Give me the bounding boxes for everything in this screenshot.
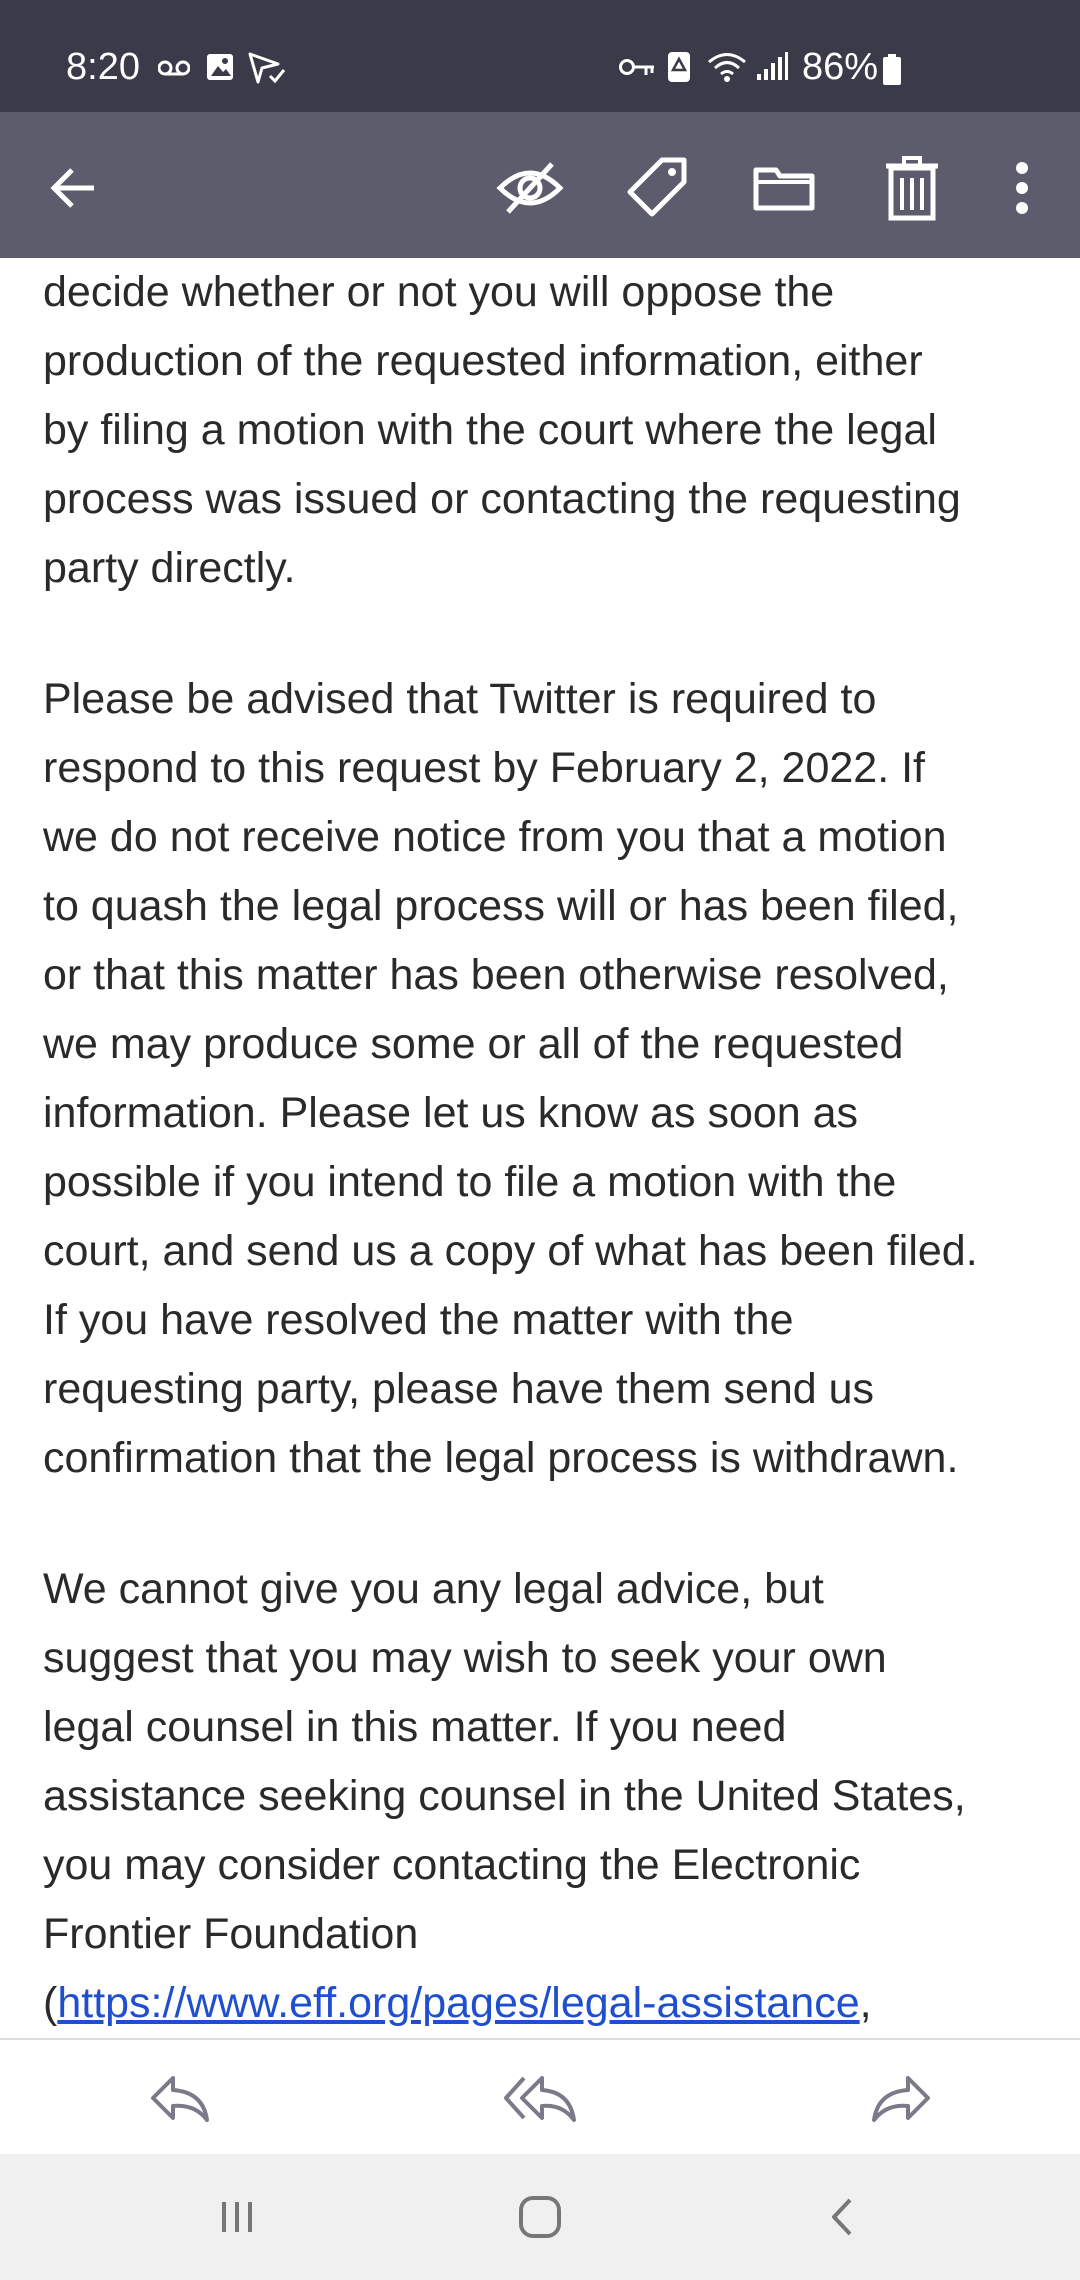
body-line: legal counsel in this matter. If you nee… xyxy=(43,1703,787,1751)
body-line: information. Please let us know as soon … xyxy=(43,1089,859,1137)
body-line: to quash the legal process will or has b… xyxy=(43,882,959,930)
body-line: We cannot give you any legal advice, but xyxy=(43,1565,824,1613)
app-toolbar xyxy=(0,112,1080,258)
body-line: Frontier Foundation xyxy=(43,1910,419,1958)
reply-all-icon xyxy=(504,2076,576,2122)
body-line: by filing a motion with the court where … xyxy=(43,406,937,454)
body-line: possible if you intend to file a motion … xyxy=(43,1158,897,1206)
link-trailing-comma: , xyxy=(859,1979,872,2027)
voicemail-icon xyxy=(157,58,191,83)
back-button[interactable] xyxy=(808,2182,878,2252)
paragraph-2: Please be advised that Twitter is requir… xyxy=(0,665,1080,1493)
folder-icon xyxy=(753,167,815,211)
back-arrow-icon xyxy=(50,168,94,208)
body-line: assistance seeking counsel in the United… xyxy=(43,1772,966,1820)
battery-icon xyxy=(882,54,902,91)
body-line: production of the requested information,… xyxy=(43,337,923,385)
body-line: court, and send us a copy of what has be… xyxy=(43,1227,978,1275)
paragraph-3: We cannot give you any legal advice, but… xyxy=(0,1555,1080,2038)
back-arrow-button[interactable] xyxy=(38,152,110,224)
label-button[interactable] xyxy=(622,152,694,224)
battery-percentage: 86% xyxy=(802,46,879,88)
forward-button[interactable] xyxy=(862,2060,938,2136)
move-to-folder-button[interactable] xyxy=(748,152,820,224)
more-options-button[interactable] xyxy=(986,152,1058,224)
reply-icon xyxy=(151,2076,209,2122)
forward-icon xyxy=(872,2076,930,2122)
system-navigation-bar xyxy=(0,2154,1080,2280)
recent-apps-icon xyxy=(222,2202,252,2232)
send-check-icon xyxy=(248,50,288,91)
body-line: we may produce some or all of the reques… xyxy=(43,1020,904,1068)
eff-legal-assistance-link[interactable]: https://www.eff.org/pages/legal-assistan… xyxy=(57,1979,859,2027)
body-line: confirmation that the legal process is w… xyxy=(43,1434,959,1482)
gallery-icon xyxy=(205,52,235,87)
mark-unread-icon xyxy=(496,162,564,214)
body-line: we do not receive notice from you that a… xyxy=(43,813,947,861)
body-line: or that this matter has been otherwise r… xyxy=(43,951,949,999)
reply-all-button[interactable] xyxy=(502,2060,578,2136)
message-body[interactable]: decide whether or not you will oppose th… xyxy=(0,258,1080,2038)
body-line: Please be advised that Twitter is requir… xyxy=(43,675,877,723)
body-line: process was issued or contacting the req… xyxy=(43,475,961,523)
body-line-with-link: (https://www.eff.org/pages/legal-assista… xyxy=(43,1969,1054,2038)
body-line: requesting party, please have them send … xyxy=(43,1365,875,1413)
status-time: 8:20 xyxy=(66,46,140,88)
recent-apps-button[interactable] xyxy=(202,2182,272,2252)
delete-button[interactable] xyxy=(876,152,948,224)
body-line: suggest that you may wish to seek your o… xyxy=(43,1634,887,1682)
body-line: you may consider contacting the Electron… xyxy=(43,1841,861,1889)
wifi-icon xyxy=(706,50,748,89)
mark-unread-button[interactable] xyxy=(494,152,566,224)
label-tag-icon xyxy=(627,157,687,217)
back-icon xyxy=(832,2198,852,2236)
status-bar: 8:20 86% xyxy=(0,0,1080,112)
body-line: decide whether or not you will oppose th… xyxy=(43,268,835,316)
home-icon xyxy=(519,2196,561,2238)
vpn-key-icon xyxy=(618,56,656,83)
body-line: respond to this request by February 2, 2… xyxy=(43,744,926,792)
reply-button[interactable] xyxy=(143,2060,219,2136)
signal-icon xyxy=(756,52,788,87)
body-line: party directly. xyxy=(43,544,296,592)
link-open-paren: ( xyxy=(43,1979,58,2027)
body-line: If you have resolved the matter with the xyxy=(43,1296,794,1344)
paragraph-1: decide whether or not you will oppose th… xyxy=(0,258,1080,603)
home-button[interactable] xyxy=(505,2182,575,2252)
more-vertical-icon xyxy=(1016,162,1028,214)
trash-icon xyxy=(886,156,938,221)
recycle-icon xyxy=(666,50,692,89)
reply-action-bar xyxy=(0,2038,1080,2156)
